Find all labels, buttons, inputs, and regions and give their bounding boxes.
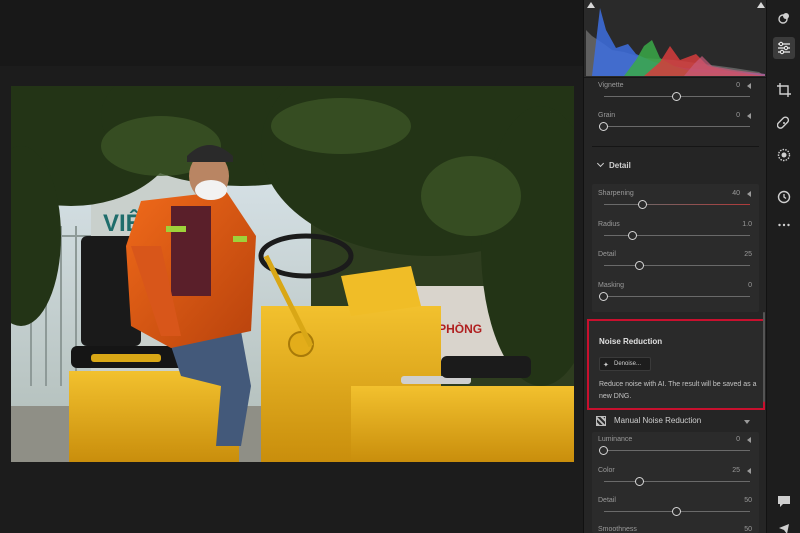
canvas-top-area bbox=[0, 0, 583, 66]
comment-icon[interactable] bbox=[773, 490, 795, 512]
section-divider bbox=[592, 146, 759, 147]
sparkle-icon: ✦ bbox=[603, 362, 609, 369]
chevron-down-icon bbox=[596, 159, 605, 168]
edit-presets-icon[interactable] bbox=[773, 7, 795, 29]
color-reset-icon[interactable] bbox=[747, 468, 751, 474]
luminance-label: Luminance bbox=[598, 436, 633, 443]
more-icon[interactable] bbox=[773, 214, 795, 236]
detail-track[interactable] bbox=[604, 265, 750, 266]
detail-value[interactable]: 25 bbox=[744, 251, 752, 258]
vignette-reset-icon[interactable] bbox=[747, 83, 751, 89]
color-value[interactable]: 25 bbox=[732, 467, 740, 474]
denoise-button-label: Denoise... bbox=[614, 361, 642, 367]
photo-preview[interactable]: VIỆ TIN DỰ ÁN OP VĂN PHÒNG bbox=[11, 86, 574, 462]
noise-reduction-box: Noise Reduction ✦ Denoise... Reduce noise… bbox=[587, 319, 765, 410]
radius-slider-thumb[interactable] bbox=[628, 231, 637, 240]
histogram bbox=[584, 0, 766, 78]
radius-slider-row[interactable]: Radius 1.0 bbox=[598, 221, 754, 243]
sharpening-label: Sharpening bbox=[598, 190, 634, 197]
luminance-reset-icon[interactable] bbox=[747, 437, 751, 443]
grain-track[interactable] bbox=[604, 126, 750, 127]
masking-label: Masking bbox=[598, 282, 625, 289]
radius-label: Radius bbox=[598, 221, 620, 228]
shadow-clipping-warning[interactable] bbox=[587, 2, 595, 8]
radius-value[interactable]: 1.0 bbox=[742, 221, 752, 228]
luminance-slider-row[interactable]: Luminance 0 bbox=[598, 436, 754, 458]
highlight-clipping-warning[interactable] bbox=[757, 2, 765, 8]
radius-track[interactable] bbox=[604, 235, 750, 236]
sharpening-reset-icon[interactable] bbox=[747, 191, 751, 197]
nr-detail-slider-thumb[interactable] bbox=[672, 507, 681, 516]
edit-panel: Vignette 0 Grain 0 Detail Sharpening 40 … bbox=[583, 0, 766, 533]
nr-detail-value[interactable]: 50 bbox=[744, 497, 752, 504]
manual-noise-reduction-header[interactable]: Manual Noise Reduction bbox=[596, 414, 756, 430]
vignette-slider-thumb[interactable] bbox=[672, 92, 681, 101]
checkerboard-icon bbox=[596, 416, 606, 426]
noise-reduction-description: Reduce noise with AI. The result will be… bbox=[599, 381, 757, 400]
detail-slider-thumb[interactable] bbox=[635, 261, 644, 270]
nr-detail-label: Detail bbox=[598, 497, 616, 504]
color-track[interactable] bbox=[604, 481, 750, 482]
smoothness-label: Smoothness bbox=[598, 526, 637, 533]
noise-reduction-title: Noise Reduction bbox=[599, 337, 663, 346]
masking-slider-thumb[interactable] bbox=[599, 292, 608, 301]
photo-canvas: VIỆ TIN DỰ ÁN OP VĂN PHÒNG bbox=[0, 0, 583, 533]
vignette-slider-row[interactable]: Vignette 0 bbox=[598, 82, 754, 104]
masking-slider-row[interactable]: Masking 0 bbox=[598, 282, 754, 304]
detail-section-header[interactable]: Detail bbox=[596, 159, 631, 170]
smoothness-value[interactable]: 50 bbox=[744, 526, 752, 533]
photo-image: VIỆ TIN DỰ ÁN OP VĂN PHÒNG bbox=[11, 86, 574, 462]
manual-noise-reduction-label: Manual Noise Reduction bbox=[614, 416, 702, 425]
color-slider-row[interactable]: Color 25 bbox=[598, 467, 754, 489]
panel-scrollbar[interactable] bbox=[763, 312, 765, 402]
grain-label: Grain bbox=[598, 112, 616, 119]
histogram-graph bbox=[586, 8, 765, 76]
tool-strip bbox=[766, 0, 800, 533]
vignette-value[interactable]: 0 bbox=[736, 82, 740, 89]
luminance-value[interactable]: 0 bbox=[736, 436, 740, 443]
detail-slider-row[interactable]: Detail 25 bbox=[598, 251, 754, 273]
luminance-track[interactable] bbox=[604, 450, 750, 451]
color-slider-thumb[interactable] bbox=[635, 477, 644, 486]
healing-icon[interactable] bbox=[773, 112, 795, 134]
share-icon[interactable] bbox=[773, 518, 795, 533]
color-label: Color bbox=[598, 467, 615, 474]
detail-label: Detail bbox=[598, 251, 616, 258]
grain-value[interactable]: 0 bbox=[736, 112, 740, 119]
sharpening-value[interactable]: 40 bbox=[732, 190, 740, 197]
history-icon[interactable] bbox=[773, 186, 795, 208]
smoothness-slider-row[interactable]: Smoothness 50 bbox=[598, 526, 754, 533]
grain-slider-thumb[interactable] bbox=[599, 122, 608, 131]
sharpening-slider-row[interactable]: Sharpening 40 bbox=[598, 190, 754, 212]
masking-track[interactable] bbox=[604, 296, 750, 297]
denoise-button[interactable]: ✦ Denoise... bbox=[599, 357, 651, 371]
detail-section-label: Detail bbox=[609, 161, 631, 170]
crop-icon[interactable] bbox=[773, 79, 795, 101]
sharpening-track[interactable] bbox=[604, 204, 750, 205]
vignette-label: Vignette bbox=[598, 82, 624, 89]
caret-down-icon[interactable] bbox=[744, 420, 750, 424]
nr-detail-slider-row[interactable]: Detail 50 bbox=[598, 497, 754, 519]
adjust-sliders-icon[interactable] bbox=[773, 37, 795, 59]
masking-icon[interactable] bbox=[773, 144, 795, 166]
grain-reset-icon[interactable] bbox=[747, 113, 751, 119]
luminance-slider-thumb[interactable] bbox=[599, 446, 608, 455]
masking-value[interactable]: 0 bbox=[748, 282, 752, 289]
sharpening-slider-thumb[interactable] bbox=[638, 200, 647, 209]
grain-slider-row[interactable]: Grain 0 bbox=[598, 112, 754, 134]
